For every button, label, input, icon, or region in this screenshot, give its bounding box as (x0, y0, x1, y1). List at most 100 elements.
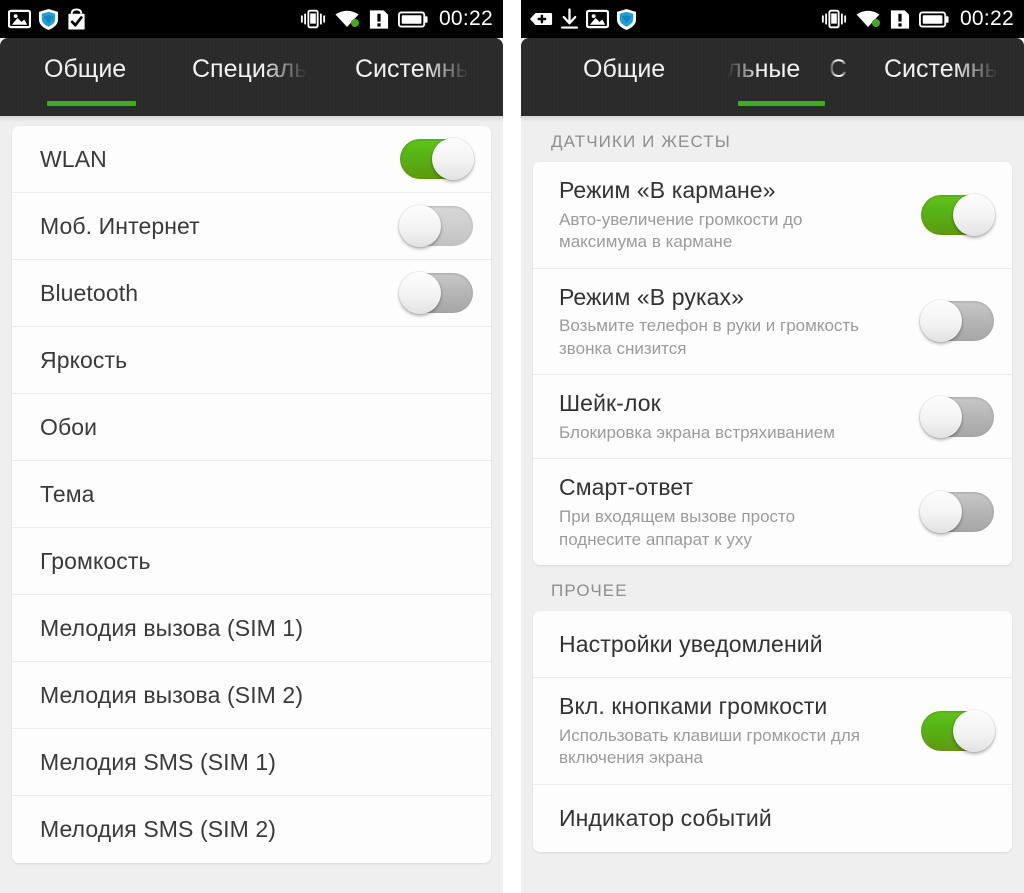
image-icon (8, 9, 31, 29)
list-item-title: Режим «В руках» (559, 283, 745, 310)
list-item[interactable]: Мелодия вызова (SIM 1) (12, 595, 491, 662)
list-item-label: Моб. Интернет (40, 212, 200, 239)
status-clock: 00:22 (438, 7, 493, 30)
list-item-label: Обои (40, 413, 98, 440)
toggle-knob (432, 138, 474, 180)
list-item-label: Мелодия SMS (SIM 2) (40, 816, 277, 842)
list-item[interactable]: Режим «В кармане» Авто-увеличение громко… (533, 162, 1012, 269)
list-item-title: Настройки уведомлений (559, 630, 823, 657)
sim-alert-icon (369, 9, 389, 29)
tab-spetsialnye[interactable]: льные (727, 55, 800, 84)
toggle-knob (920, 300, 962, 343)
toggle-knob (399, 272, 441, 314)
shield-icon (616, 8, 637, 30)
shield-icon (38, 8, 59, 30)
list-item[interactable]: Режим «В руках» Возьмите телефон в руки … (533, 268, 1012, 376)
sensors-gestures-card: Режим «В кармане» Авто-увеличение громко… (533, 162, 1012, 566)
right-phone-screen: 00:22 Общие льные С Системнь ДАТЧИКИ И Ж… (521, 0, 1024, 893)
list-item[interactable]: Bluetooth (12, 260, 491, 327)
right-status-bar: 00:22 (521, 0, 1024, 38)
list-item-subtitle: Возьмите телефон в руки и громкость звон… (559, 316, 860, 358)
list-item-title: Режим «В кармане» (559, 177, 776, 203)
list-item-label: Тема (40, 480, 95, 507)
list-item[interactable]: Мелодия вызова (SIM 2) (12, 662, 491, 729)
sim-alert-icon (890, 9, 910, 29)
right-status-right-icons: 00:22 (821, 7, 1014, 31)
other-settings-card: Настройки уведомлений Вкл. кнопками гром… (533, 611, 1012, 852)
section-header-sensors: ДАТЧИКИ И ЖЕСТЫ (551, 132, 731, 151)
tab-sistemnye[interactable]: Системнь (884, 55, 998, 84)
tab-sistemnye[interactable]: Системнь (355, 55, 469, 84)
toggle-knob (920, 491, 962, 534)
list-item-title: Индикатор событий (559, 804, 772, 831)
toggle-knob (399, 205, 441, 247)
tab-obshchie[interactable]: Общие (583, 55, 665, 84)
list-item[interactable]: Мелодия SMS (SIM 2) (12, 796, 491, 863)
left-status-left-icons (8, 8, 87, 31)
tab-partial[interactable]: С (829, 55, 847, 84)
list-item[interactable]: Вкл. кнопками громкости Использовать кла… (533, 678, 1012, 785)
battery-icon (918, 11, 949, 27)
status-clock: 00:22 (959, 7, 1014, 30)
right-tabs: Общие льные С Системнь (521, 38, 1024, 116)
battery-icon (397, 11, 428, 27)
bluetooth-toggle[interactable] (399, 272, 473, 314)
toggle-knob (953, 193, 995, 236)
left-status-right-icons: 00:22 (300, 7, 493, 31)
pocket-mode-toggle[interactable] (921, 193, 995, 236)
list-item[interactable]: Настройки уведомлений (533, 611, 1012, 679)
wifi-icon (856, 10, 880, 27)
active-tab-indicator (47, 101, 136, 106)
vibrate-icon (300, 9, 326, 29)
list-item-label: Мелодия SMS (SIM 1) (40, 748, 277, 775)
list-item[interactable]: WLAN (12, 126, 491, 193)
list-item[interactable]: Тема (12, 461, 491, 528)
left-phone-screen: 00:22 Общие Специаль Системнь WLAN Моб. … (0, 0, 503, 893)
section-header-other: ПРОЧЕЕ (551, 581, 628, 601)
toggle-knob (953, 709, 995, 752)
list-item-title: Смарт-ответ (559, 474, 694, 501)
tab-obshchie[interactable]: Общие (44, 55, 126, 84)
list-item[interactable]: Шейк-лок Блокировка экрана встряхиванием (533, 375, 1012, 460)
list-item[interactable]: Яркость (12, 327, 491, 394)
left-tabs: Общие Специаль Системнь (0, 38, 503, 116)
mobile-internet-toggle[interactable] (399, 205, 473, 247)
general-settings-card: WLAN Моб. Интернет Bluetooth Яркость Обо… (12, 126, 491, 863)
left-content-area: WLAN Моб. Интернет Bluetooth Яркость Обо… (0, 116, 503, 893)
right-tab-bar: Общие льные С Системнь (521, 38, 1024, 116)
vibrate-icon (821, 9, 847, 29)
list-item[interactable]: Смарт-ответ При входящем вызове просто п… (533, 459, 1012, 566)
list-item-label: WLAN (40, 145, 107, 172)
list-item-label: Bluetooth (40, 279, 139, 306)
list-item[interactable]: Моб. Интернет (12, 193, 491, 260)
download-icon (560, 8, 579, 29)
list-item-subtitle: Блокировка экрана встряхиванием (559, 423, 835, 442)
right-status-left-icons (529, 8, 637, 31)
wlan-toggle[interactable] (400, 138, 474, 180)
list-item-label: Громкость (40, 547, 151, 574)
active-tab-indicator (738, 101, 825, 106)
list-item-title: Шейк-лок (559, 390, 661, 417)
list-item[interactable]: Мелодия SMS (SIM 1) (12, 729, 491, 796)
list-item-label: Мелодия вызова (SIM 1) (40, 614, 304, 641)
plus-badge-icon (529, 13, 553, 25)
toggle-knob (920, 395, 962, 438)
wifi-icon (335, 10, 359, 27)
volume-keys-wake-toggle[interactable] (921, 709, 995, 752)
list-item[interactable]: Индикатор событий (533, 784, 1012, 852)
left-tab-bar: Общие Специаль Системнь (0, 38, 503, 116)
shake-lock-toggle[interactable] (920, 395, 994, 438)
list-item[interactable]: Громкость (12, 528, 491, 595)
right-content-area: ДАТЧИКИ И ЖЕСТЫ Режим «В кармане» Авто-у… (521, 116, 1024, 893)
list-item-subtitle: При входящем вызове просто поднесите апп… (559, 507, 796, 549)
shopping-bag-check-icon (68, 8, 85, 30)
left-status-bar: 00:22 (0, 0, 503, 38)
smart-answer-toggle[interactable] (920, 491, 994, 534)
image-icon (586, 9, 609, 29)
list-item[interactable]: Обои (12, 394, 491, 461)
list-item-label: Мелодия вызова (SIM 2) (40, 681, 304, 708)
list-item-label: Яркость (40, 346, 128, 373)
list-item-subtitle: Авто-увеличение громкости до максимума в… (559, 209, 803, 252)
in-hands-mode-toggle[interactable] (920, 300, 994, 343)
tab-spetsialnye[interactable]: Специаль (192, 55, 307, 84)
